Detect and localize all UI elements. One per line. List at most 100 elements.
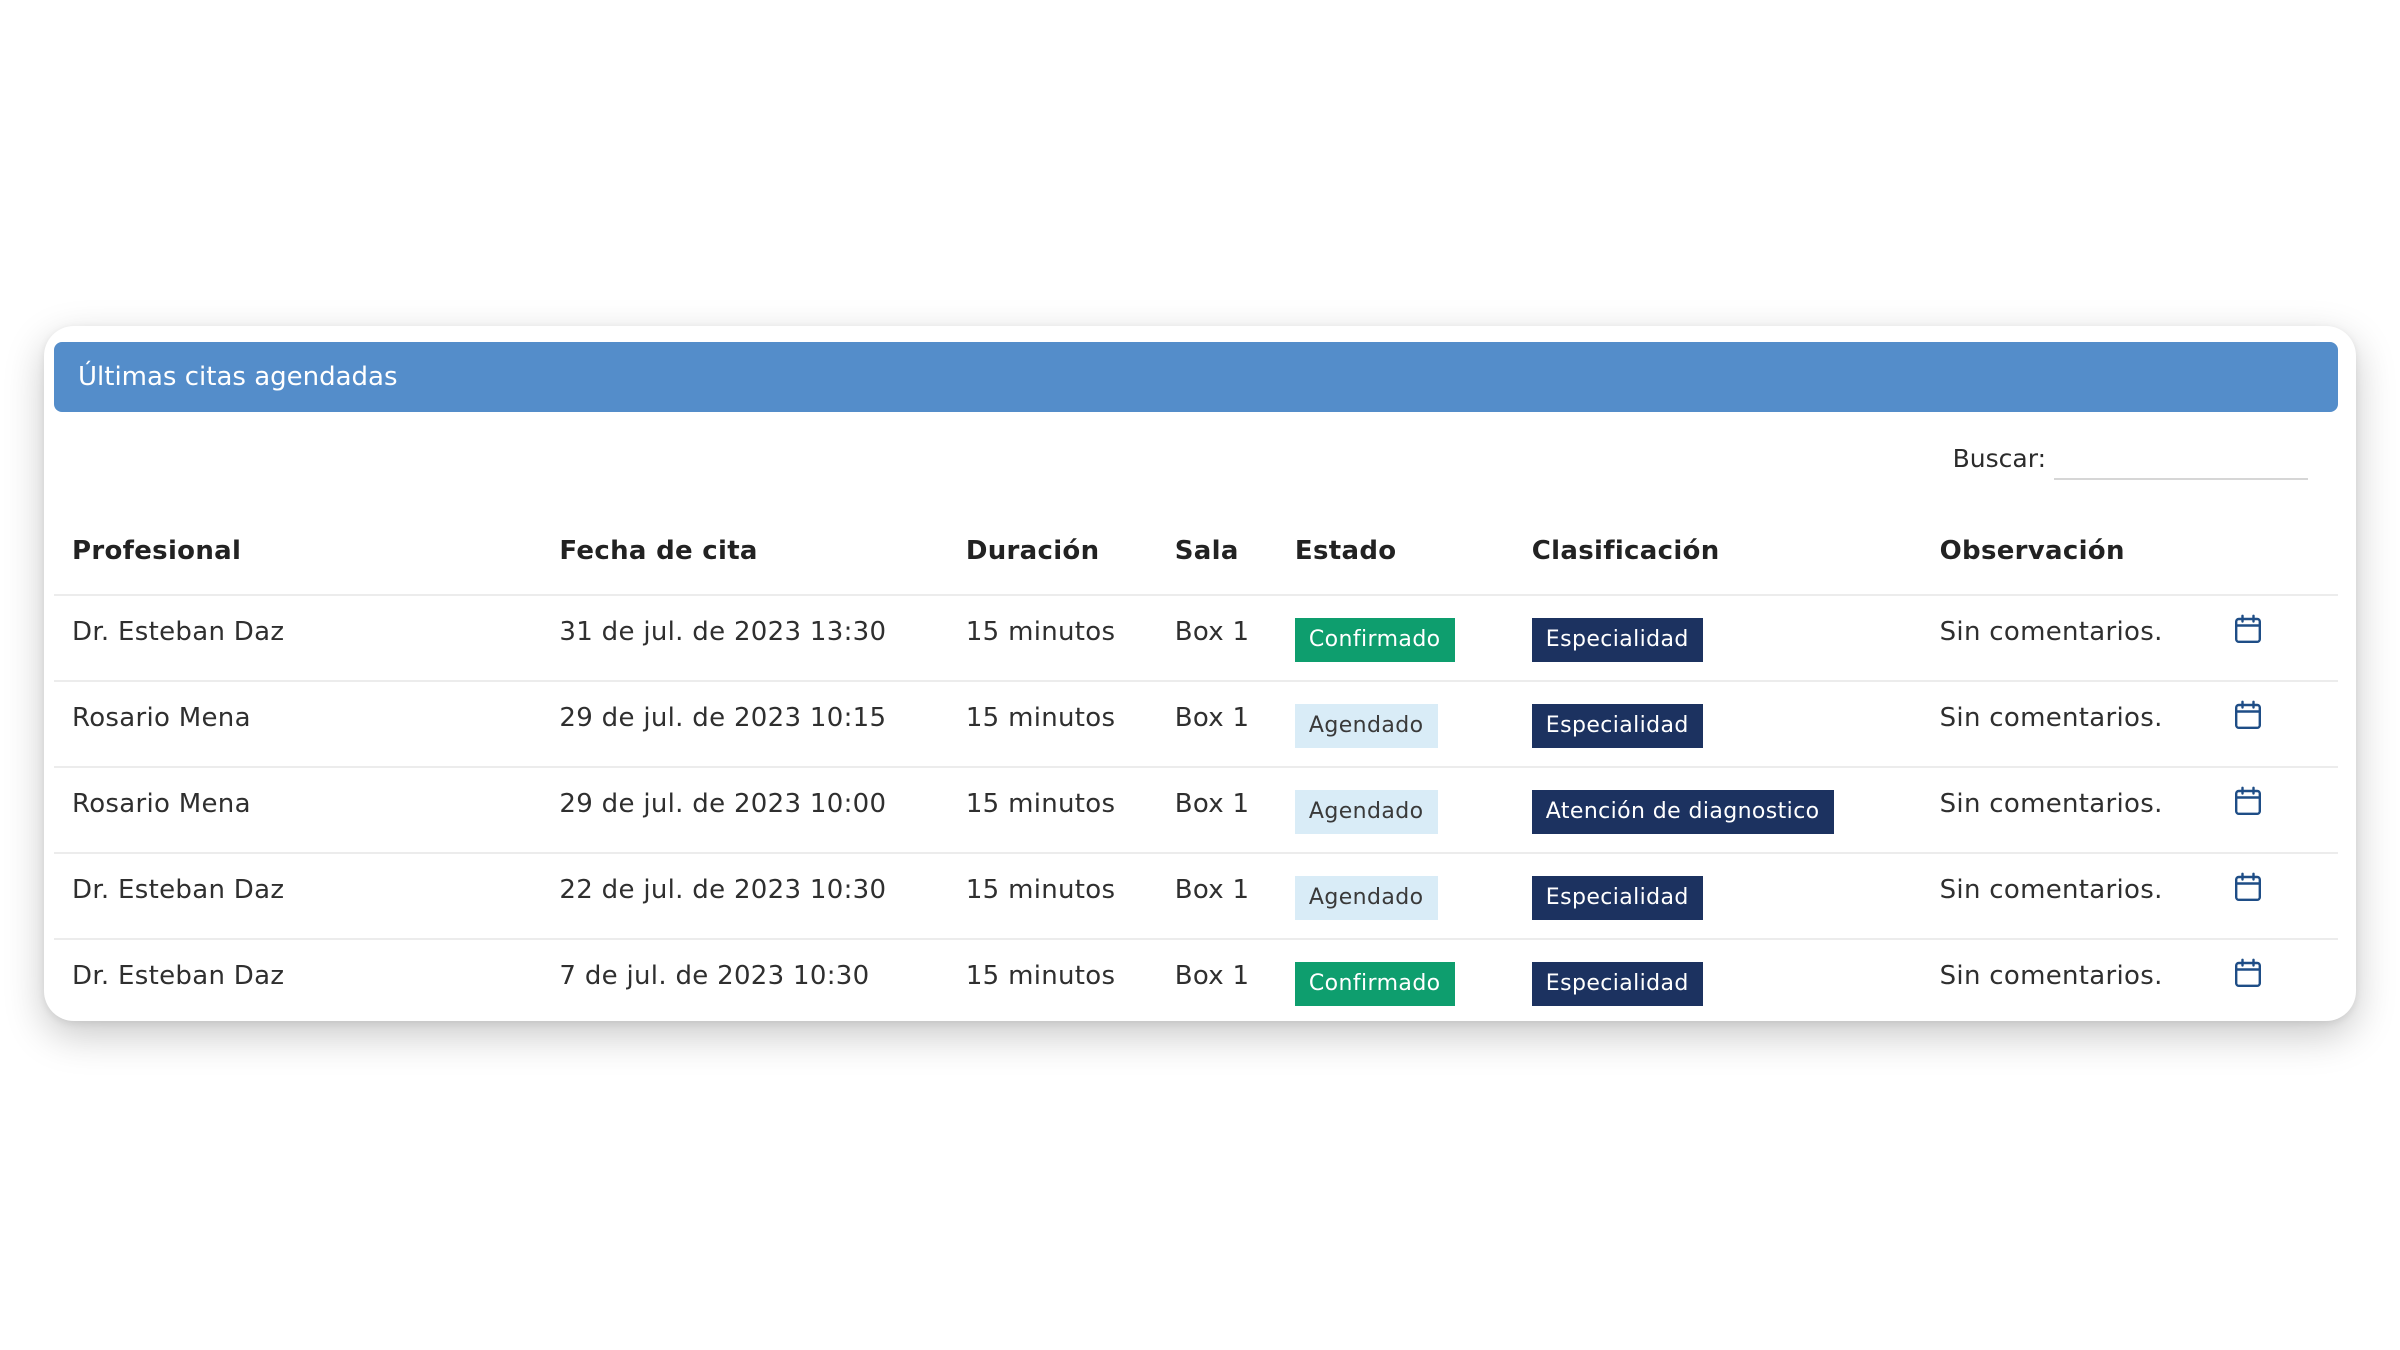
cell-estado: Agendado [1294, 681, 1532, 768]
cell-duracion: 15 minutos [965, 681, 1175, 768]
sala-text: Box 1 [1174, 703, 1250, 733]
fecha-text: 29 de jul. de 2023 10:00 [559, 789, 887, 819]
observacion-text: Sin comentarios. [1939, 875, 2163, 905]
cell-observacion: Sin comentarios. [1939, 853, 2235, 940]
cell-estado: Agendado [1294, 853, 1532, 940]
classification-badge: Atención de diagnostico [1531, 790, 1834, 834]
card-title: Últimas citas agendadas [78, 362, 398, 392]
column-header-duracion[interactable]: Duración [965, 526, 1175, 596]
status-badge: Confirmado [1294, 962, 1455, 1006]
duracion-text: 15 minutos [965, 789, 1116, 819]
cell-actions [2234, 681, 2338, 768]
cell-clasificacion: Especialidad [1531, 681, 1940, 768]
status-badge: Confirmado [1294, 618, 1455, 662]
cell-observacion: Sin comentarios. [1939, 939, 2235, 1021]
profesional-text: Dr. Esteban Daz [72, 617, 285, 647]
calendar-icon[interactable] [2234, 958, 2262, 995]
table-row: Rosario Mena 29 de jul. de 2023 10:00 15 m… [54, 767, 2338, 854]
table-row: Dr. Esteban Daz 31 de jul. de 2023 13:30 1… [54, 595, 2338, 682]
appointments-table: Profesional Fecha de cita Duración Sala … [54, 526, 2338, 1021]
cell-actions [2234, 853, 2338, 940]
observacion-text: Sin comentarios. [1939, 789, 2163, 819]
calendar-icon[interactable] [2234, 872, 2262, 909]
duracion-text: 15 minutos [965, 961, 1116, 991]
column-header-observacion[interactable]: Observación [1939, 526, 2235, 596]
column-header-sala[interactable]: Sala [1174, 526, 1295, 596]
fecha-text: 22 de jul. de 2023 10:30 [559, 875, 887, 905]
cell-clasificacion: Especialidad [1531, 939, 1940, 1021]
cell-estado: Confirmado [1294, 939, 1532, 1021]
cell-fecha: 7 de jul. de 2023 10:30 [559, 939, 966, 1021]
sala-text: Box 1 [1174, 617, 1250, 647]
fecha-text: 7 de jul. de 2023 10:30 [559, 961, 870, 991]
calendar-icon[interactable] [2234, 614, 2262, 651]
cell-profesional: Dr. Esteban Daz [54, 939, 560, 1021]
duracion-text: 15 minutos [965, 703, 1116, 733]
cell-clasificacion: Atención de diagnostico [1531, 767, 1940, 854]
classification-badge: Especialidad [1531, 962, 1703, 1006]
card-header: Últimas citas agendadas [54, 342, 2338, 412]
search-area: Buscar: [1953, 438, 2308, 480]
sala-text: Box 1 [1174, 875, 1250, 905]
cell-actions [2234, 767, 2338, 854]
classification-badge: Especialidad [1531, 876, 1703, 920]
classification-badge: Especialidad [1531, 704, 1703, 748]
column-header-clasificacion[interactable]: Clasificación [1531, 526, 1940, 596]
cell-profesional: Dr. Esteban Daz [54, 853, 560, 940]
cell-sala: Box 1 [1174, 767, 1295, 854]
cell-observacion: Sin comentarios. [1939, 767, 2235, 854]
cell-estado: Confirmado [1294, 595, 1532, 682]
cell-fecha: 31 de jul. de 2023 13:30 [559, 595, 966, 682]
cell-duracion: 15 minutos [965, 853, 1175, 940]
observacion-text: Sin comentarios. [1939, 703, 2163, 733]
cell-fecha: 29 de jul. de 2023 10:15 [559, 681, 966, 768]
appointments-card: Últimas citas agendadas Buscar: Profesio… [44, 326, 2356, 1021]
cell-profesional: Rosario Mena [54, 681, 560, 768]
table-body: Dr. Esteban Daz 31 de jul. de 2023 13:30 1… [54, 595, 2338, 1021]
search-input[interactable] [2054, 438, 2308, 480]
observacion-text: Sin comentarios. [1939, 961, 2163, 991]
search-label: Buscar: [1952, 444, 2046, 473]
cell-duracion: 15 minutos [965, 595, 1175, 682]
cell-duracion: 15 minutos [965, 939, 1175, 1021]
status-badge: Agendado [1294, 876, 1438, 920]
cell-sala: Box 1 [1174, 853, 1295, 940]
fecha-text: 29 de jul. de 2023 10:15 [559, 703, 887, 733]
cell-sala: Box 1 [1174, 595, 1295, 682]
column-header-profesional[interactable]: Profesional [54, 526, 560, 596]
cell-observacion: Sin comentarios. [1939, 681, 2235, 768]
fecha-text: 31 de jul. de 2023 13:30 [559, 617, 887, 647]
profesional-text: Dr. Esteban Daz [72, 875, 285, 905]
cell-sala: Box 1 [1174, 939, 1295, 1021]
observacion-text: Sin comentarios. [1939, 617, 2163, 647]
status-badge: Agendado [1294, 790, 1438, 834]
status-badge: Agendado [1294, 704, 1438, 748]
cell-clasificacion: Especialidad [1531, 595, 1940, 682]
cell-observacion: Sin comentarios. [1939, 595, 2235, 682]
sala-text: Box 1 [1174, 789, 1250, 819]
cell-estado: Agendado [1294, 767, 1532, 854]
table-row: Dr. Esteban Daz 22 de jul. de 2023 10:30 1… [54, 853, 2338, 940]
cell-fecha: 29 de jul. de 2023 10:00 [559, 767, 966, 854]
cell-profesional: Dr. Esteban Daz [54, 595, 560, 682]
column-header-fecha[interactable]: Fecha de cita [559, 526, 966, 596]
table-header-row: Profesional Fecha de cita Duración Sala … [54, 526, 2338, 596]
column-header-estado[interactable]: Estado [1294, 526, 1532, 596]
table-row: Dr. Esteban Daz 7 de jul. de 2023 10:30 15… [54, 939, 2338, 1021]
cell-sala: Box 1 [1174, 681, 1295, 768]
profesional-text: Rosario Mena [72, 789, 251, 819]
calendar-icon[interactable] [2234, 700, 2262, 737]
cell-fecha: 22 de jul. de 2023 10:30 [559, 853, 966, 940]
sala-text: Box 1 [1174, 961, 1250, 991]
profesional-text: Rosario Mena [72, 703, 251, 733]
calendar-icon[interactable] [2234, 786, 2262, 823]
column-header-actions [2234, 526, 2338, 596]
profesional-text: Dr. Esteban Daz [72, 961, 285, 991]
classification-badge: Especialidad [1531, 618, 1703, 662]
duracion-text: 15 minutos [965, 875, 1116, 905]
table-row: Rosario Mena 29 de jul. de 2023 10:15 15 m… [54, 681, 2338, 768]
cell-actions [2234, 939, 2338, 1021]
cell-duracion: 15 minutos [965, 767, 1175, 854]
cell-profesional: Rosario Mena [54, 767, 560, 854]
cell-actions [2234, 595, 2338, 682]
